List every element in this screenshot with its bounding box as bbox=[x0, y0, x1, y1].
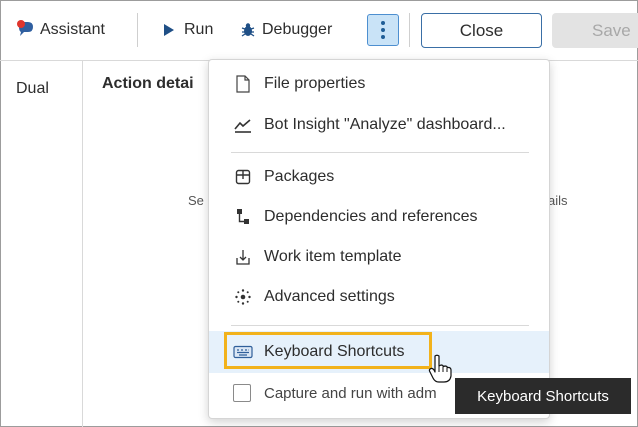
play-icon bbox=[164, 24, 174, 36]
placeholder-text-right: ails bbox=[548, 193, 568, 208]
hand-cursor-icon bbox=[428, 354, 452, 389]
menu-item-label: Dependencies and references bbox=[264, 208, 478, 225]
keyboard-shortcuts-tooltip: Keyboard Shortcuts bbox=[455, 378, 631, 414]
placeholder-text-left: Se bbox=[188, 193, 204, 208]
close-button[interactable]: Close bbox=[421, 13, 542, 48]
bug-icon bbox=[241, 23, 255, 37]
menu-item-label: Capture and run with adm bbox=[264, 384, 437, 402]
menu-item-advanced-settings[interactable]: Advanced settings bbox=[209, 277, 549, 317]
menu-separator bbox=[231, 152, 529, 153]
toolbar-divider bbox=[137, 13, 138, 47]
file-icon bbox=[233, 75, 253, 93]
save-button[interactable]: Save bbox=[552, 13, 638, 48]
dependencies-icon bbox=[233, 208, 253, 226]
action-details-title: Action detai bbox=[102, 75, 194, 92]
debugger-button[interactable]: Debugger bbox=[240, 18, 332, 42]
menu-item-file-properties[interactable]: File properties bbox=[209, 64, 549, 104]
toolbar: Assistant Run Debugger Close Save bbox=[0, 0, 638, 60]
package-icon bbox=[233, 169, 253, 185]
menu-item-label: Bot Insight "Analyze" dashboard... bbox=[264, 116, 506, 133]
assistant-label: Assistant bbox=[40, 21, 105, 38]
menu-item-dependencies[interactable]: Dependencies and references bbox=[209, 197, 549, 237]
menu-item-label: Packages bbox=[264, 168, 335, 185]
menu-item-bot-insight[interactable]: Bot Insight "Analyze" dashboard... bbox=[209, 105, 549, 145]
tab-dual[interactable]: Dual bbox=[16, 80, 49, 98]
chart-line-icon bbox=[233, 117, 253, 133]
menu-item-label: File properties bbox=[264, 75, 366, 92]
menu-separator bbox=[231, 325, 529, 326]
work-item-icon bbox=[233, 249, 253, 265]
advanced-settings-icon bbox=[233, 288, 253, 306]
assistant-button[interactable]: Assistant bbox=[15, 18, 105, 42]
toolbar-divider bbox=[409, 13, 410, 47]
debugger-label: Debugger bbox=[262, 21, 333, 38]
menu-item-label: Work item template bbox=[264, 248, 402, 265]
assistant-icon bbox=[17, 20, 33, 36]
run-label: Run bbox=[184, 21, 214, 38]
kebab-icon bbox=[381, 21, 385, 39]
run-button[interactable]: Run bbox=[162, 18, 213, 42]
left-panel bbox=[0, 61, 83, 427]
capture-admin-checkbox[interactable] bbox=[233, 384, 251, 402]
menu-item-packages[interactable]: Packages bbox=[209, 157, 549, 197]
menu-item-label: Advanced settings bbox=[264, 288, 395, 305]
highlight-box bbox=[224, 332, 432, 369]
more-options-button[interactable] bbox=[367, 14, 399, 46]
menu-item-work-item-template[interactable]: Work item template bbox=[209, 237, 549, 277]
